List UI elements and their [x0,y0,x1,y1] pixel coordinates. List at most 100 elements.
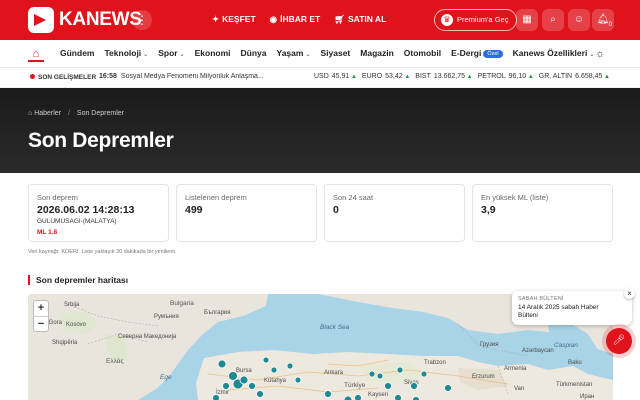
breadcrumb: ⌂ Haberler / Son Depremler [28,110,124,117]
market-rate[interactable]: GR. ALTIN 6.658,45 ▲ [539,73,610,80]
market-rate[interactable]: USD 45,91 ▲ [314,73,357,80]
market-rate[interactable]: BIST 13.662,75 ▲ [415,73,472,80]
quake-marker[interactable] [376,372,384,380]
quake-marker[interactable] [217,359,227,369]
breadcrumb-home-icon: ⌂ [28,110,33,117]
quake-marker[interactable] [354,394,362,400]
card-label: Son 24 saat [333,193,374,202]
close-icon[interactable]: × [624,288,635,299]
stat-cards: Son deprem 2026.06.02 14:28:13 GULUMUSAG… [28,184,613,242]
quake-marker[interactable] [444,384,452,392]
quake-marker[interactable] [324,390,332,398]
crown-icon: ♛ [441,14,453,26]
grid-icon[interactable]: ▦ [516,9,538,31]
category-spor[interactable]: Spor ⌄ [158,48,184,58]
trend-up-icon: ▲ [465,74,473,80]
category-ekonomi[interactable]: Ekonomi [195,48,231,58]
quake-marker[interactable] [343,395,353,400]
trend-up-icon: ▲ [349,74,357,80]
quake-marker[interactable] [412,396,420,400]
bulletin-heading: SABAH BÜLTENİ [518,296,564,302]
quake-marker[interactable] [222,382,230,390]
category-e-dergi[interactable]: E-Dergi Özel [451,48,503,58]
breaking-headline[interactable]: Sosyal Medya Fenomeni Milyonluk Anlaşma.… [121,73,271,80]
listed-count-value: 499 [185,204,203,216]
last-24h-value: 0 [333,204,339,216]
category-list: Gündem Teknoloji ⌄ Spor ⌄ Ekonomi Dünya Yaşam ⌄ S… [60,48,594,58]
breaking-label: SON GELİŞMELER [30,74,96,81]
quake-marker[interactable] [420,370,428,378]
category-teknoloji[interactable]: Teknoloji ⌄ [104,48,148,58]
breadcrumb-separator: / [68,110,70,117]
sparkle-icon: ✦ [212,14,220,24]
category-dünya[interactable]: Dünya [241,48,267,58]
category-nav: ⌂ Gündem Teknoloji ⌄ Spor ⌄ Ekonomi Dünya Yaşam… [0,40,640,68]
microphone-icon[interactable]: 🎤︎ [606,328,632,354]
breadcrumb-home[interactable]: Haberler [34,110,61,117]
bulletin-popup[interactable]: SABAH BÜLTENİ 14 Aralık 2025 sabah Haber… [512,291,632,325]
quake-marker[interactable] [396,366,404,374]
bulletin-text[interactable]: 14 Aralık 2025 sabah Haber Bülteni [518,304,618,320]
nav-satin-al[interactable]: 🛒︎ SATIN AL [334,14,386,25]
brand-name: KANEWS [59,9,142,30]
chevron-down-icon: ⌄ [305,52,311,58]
bell-icon: 🔔︎ [596,14,610,25]
whatsapp-icon: ◉ [269,14,278,24]
quake-marker[interactable] [270,366,278,374]
quake-marker[interactable] [368,370,376,378]
user-icon[interactable]: ☺ [568,9,590,31]
card-last-quake: Son deprem 2026.06.02 14:28:13 GULUMUSAG… [28,184,169,242]
map-section-title: Son depremler haritası [28,275,128,285]
quake-marker[interactable] [239,375,249,385]
quake-marker[interactable] [212,394,220,400]
quake-marker[interactable] [262,356,270,364]
page-title: Son Depremler [28,129,174,152]
chevron-down-icon: ⌄ [179,52,185,58]
market-rates: USD 45,91 ▲ EURO 53,42 ▲ BIST 13.662,75 ▲ PETR… [314,73,610,80]
trend-up-icon: ▲ [602,74,610,80]
quake-marker[interactable] [294,376,302,384]
theme-toggle-icon[interactable]: ☼ [592,46,608,62]
more-dots-icon[interactable]: ⋮ [132,10,152,30]
page-header: ⌂ Haberler / Son Depremler Son Depremler [0,88,640,173]
top-bar: KANEWS ⋮ ✦ KEŞFET ◉ İHBAR ET 🛒︎ SATIN AL ♛ … [0,0,640,40]
special-badge: Özel [483,50,503,58]
max-ml-value: 3,9 [481,204,496,216]
card-label: Son deprem [37,193,78,202]
map-zoom-controls: + − [33,300,49,332]
zoom-in-button[interactable]: + [34,301,48,316]
category-kanews-özellikleri[interactable]: Kanews Özellikleri ⌄ [513,48,595,58]
quake-marker[interactable] [286,362,294,370]
last-quake-datetime: 2026.06.02 14:28:13 [37,204,135,216]
category-otomobil[interactable]: Otomobil [404,48,441,58]
market-rate[interactable]: EURO 53,42 ▲ [362,73,410,80]
category-gündem[interactable]: Gündem [60,48,94,58]
market-rate[interactable]: PETROL 96,10 ▲ [478,73,534,80]
trend-up-icon: ▲ [526,74,534,80]
nav-kesfet[interactable]: ✦ KEŞFET [212,14,256,25]
quake-marker[interactable] [384,382,392,390]
card-last-24h: Son 24 saat 0 [324,184,465,242]
quake-marker[interactable] [394,394,402,400]
card-label: Listelenen deprem [185,193,247,202]
nav-ihbar-et[interactable]: ◉ İHBAR ET [270,14,321,25]
breadcrumb-current: Son Depremler [76,110,124,117]
notification-button[interactable]: 🔔︎ 0 [592,9,614,31]
search-icon[interactable]: ⌕ [542,9,564,31]
quake-marker[interactable] [248,382,256,390]
category-yaşam[interactable]: Yaşam ⌄ [277,48,311,58]
site-logo[interactable]: KANEWS [28,7,142,33]
home-icon[interactable]: ⌂ [28,46,44,62]
last-quake-location: GULUMUSAGI-(MALATYA) [37,218,117,225]
quake-marker[interactable] [256,390,264,398]
category-siyaset[interactable]: Siyaset [320,48,350,58]
category-magazin[interactable]: Magazin [360,48,394,58]
zoom-out-button[interactable]: − [34,316,48,331]
premium-button[interactable]: ♛ Premium'a Geç [434,9,518,31]
card-max-ml: En yüksek ML (liste) 3,9 [472,184,613,242]
source-note: Veri kaynağı: KOERI. Liste yaklaşık 30 d… [28,249,177,255]
quake-marker[interactable] [410,382,418,390]
cart-icon: 🛒︎ [334,14,346,24]
news-ticker: SON GELİŞMELER 16:58 Sosyal Medya Fenome… [0,68,640,88]
card-label: En yüksek ML (liste) [481,193,549,202]
